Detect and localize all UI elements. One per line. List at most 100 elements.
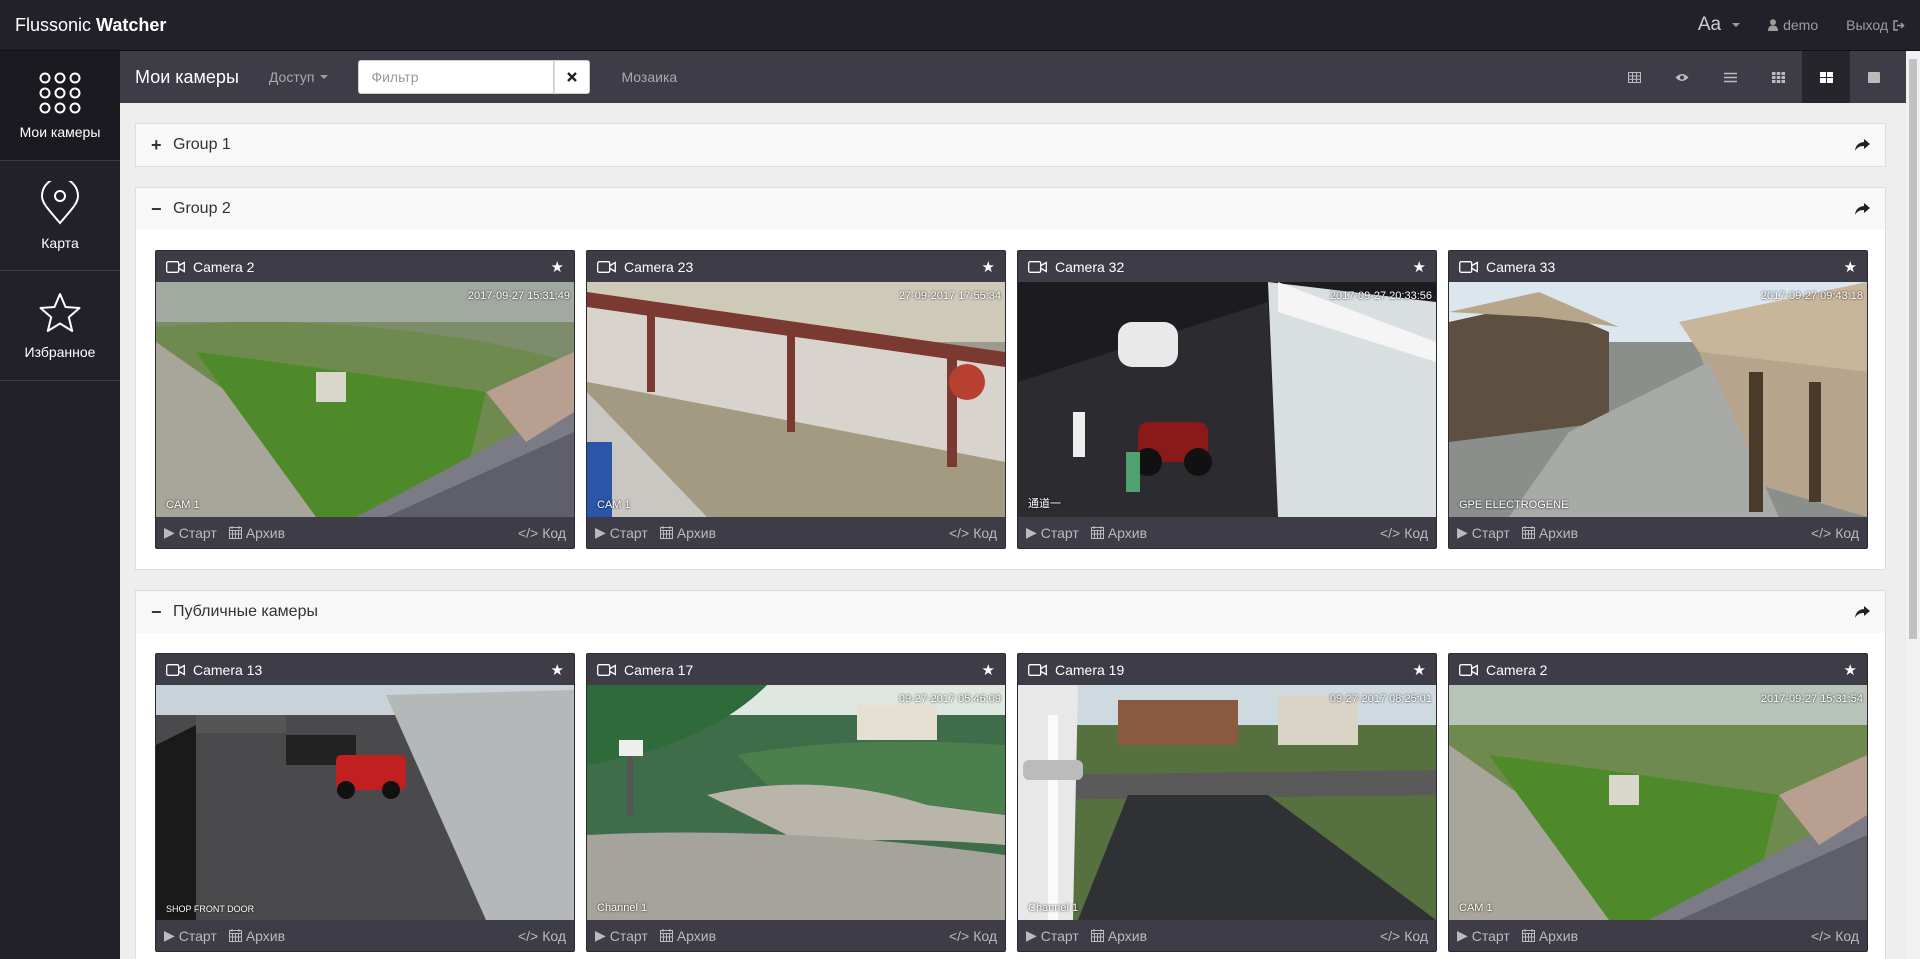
sidebar-item-map[interactable]: Карта — [0, 161, 120, 271]
code-label: Код — [1835, 927, 1859, 944]
group-header[interactable]: − Group 2 — [136, 188, 1885, 230]
sidebar-item-favorites[interactable]: Избранное — [0, 271, 120, 381]
favorite-star-icon[interactable]: ★ — [1844, 258, 1857, 276]
camera-header: Camera 17 ★ — [587, 654, 1005, 685]
view-grid-large-button[interactable] — [1802, 51, 1850, 103]
archive-button[interactable]: Архив — [1090, 525, 1147, 541]
camera-preview[interactable]: 09-27-2017 05:46:09 Channel 1 — [587, 685, 1005, 920]
code-label: Код — [1404, 927, 1428, 944]
view-table-button[interactable] — [1610, 51, 1658, 103]
camera-name[interactable]: Camera 2 — [1486, 662, 1547, 678]
camera-preview[interactable]: 09-27-2017 08:25:01 Channel 1 — [1018, 685, 1436, 920]
start-button[interactable]: ▶ Старт — [164, 524, 217, 541]
embed-code-button[interactable]: </> Код — [1811, 928, 1859, 944]
archive-button[interactable]: Архив — [659, 928, 716, 944]
start-button[interactable]: ▶ Старт — [595, 524, 648, 541]
start-button[interactable]: ▶ Старт — [1026, 927, 1079, 944]
start-label: Старт — [178, 927, 217, 944]
camera-header: Camera 32 ★ — [1018, 251, 1436, 282]
embed-code-button[interactable]: </> Код — [949, 525, 997, 541]
camera-name[interactable]: Camera 2 — [193, 259, 254, 275]
favorite-star-icon[interactable]: ★ — [1413, 661, 1426, 679]
user-name: demo — [1783, 17, 1819, 33]
favorite-star-icon[interactable]: ★ — [982, 258, 995, 276]
archive-button[interactable]: Архив — [659, 525, 716, 541]
clear-filter-button[interactable] — [554, 60, 591, 94]
page-scrollbar[interactable] — [1906, 51, 1920, 959]
camera-preview[interactable]: SHOP FRONT DOOR — [156, 685, 574, 920]
camera-preview[interactable]: 27-09-2017 17:55:34 CAM 1 — [587, 282, 1005, 517]
camera-preview[interactable]: 2017-09-27 15:31:49 CAM 1 — [156, 282, 574, 517]
grid-dots-icon — [39, 72, 81, 113]
view-single-button[interactable] — [1850, 51, 1898, 103]
code-icon: </> — [1379, 524, 1401, 541]
archive-button[interactable]: Архив — [1521, 928, 1578, 944]
start-button[interactable]: ▶ Старт — [1457, 524, 1510, 541]
favorite-star-icon[interactable]: ★ — [1413, 258, 1426, 276]
embed-code-button[interactable]: </> Код — [1811, 525, 1859, 541]
camera-card: Camera 32 ★ 2017-09-27 20:33:56 通道一 ▶ Ст… — [1017, 250, 1437, 549]
share-icon[interactable] — [1855, 139, 1870, 151]
code-label: Код — [1404, 524, 1428, 541]
archive-button[interactable]: Архив — [1521, 525, 1578, 541]
mosaic-link[interactable]: Мозаика — [621, 69, 677, 85]
camera-preview[interactable]: 2017-09-27 15:31:54 CAM 1 — [1449, 685, 1867, 920]
camera-name[interactable]: Camera 33 — [1486, 259, 1555, 275]
favorite-star-icon[interactable]: ★ — [551, 258, 564, 276]
start-label: Старт — [178, 524, 217, 541]
start-button[interactable]: ▶ Старт — [1026, 524, 1079, 541]
archive-button[interactable]: Архив — [1090, 928, 1147, 944]
font-size-dropdown[interactable]: Aa — [1698, 14, 1741, 36]
start-button[interactable]: ▶ Старт — [595, 927, 648, 944]
scrollbar-thumb[interactable] — [1909, 59, 1917, 639]
start-button[interactable]: ▶ Старт — [1457, 927, 1510, 944]
favorite-star-icon[interactable]: ★ — [1844, 661, 1857, 679]
embed-code-button[interactable]: </> Код — [949, 928, 997, 944]
camera-name[interactable]: Camera 13 — [193, 662, 262, 678]
group-header[interactable]: + Group 1 — [136, 124, 1885, 166]
camera-card: Camera 2 ★ 2017-09-27 15:31:54 CAM 1 ▶ С… — [1448, 653, 1868, 952]
camera-card: Camera 19 ★ 09-27-2017 08:25:01 Channel … — [1017, 653, 1437, 952]
logout-link[interactable]: Выход — [1846, 17, 1905, 33]
camera-preview[interactable]: 2017-09-27 09:43:18 GPE ELECTROGENE — [1449, 282, 1867, 517]
sidebar-item-my-cameras[interactable]: Мои камеры — [0, 51, 120, 161]
embed-code-button[interactable]: </> Код — [1380, 928, 1428, 944]
embed-code-button[interactable]: </> Код — [518, 525, 566, 541]
sidebar: Мои камеры Карта Избранное — [0, 51, 120, 959]
play-icon: ▶ — [164, 927, 175, 943]
camera-overlay-label: SHOP FRONT DOOR — [166, 904, 255, 914]
favorite-star-icon[interactable]: ★ — [551, 661, 564, 679]
collapse-icon: − — [151, 198, 162, 219]
code-label: Код — [542, 524, 566, 541]
embed-code-button[interactable]: </> Код — [518, 928, 566, 944]
camera-footer: ▶ Старт Архив </> Код — [1449, 517, 1867, 548]
table-icon — [1627, 71, 1641, 83]
video-camera-icon — [166, 260, 185, 273]
caret-down-icon — [1732, 23, 1741, 27]
view-list-button[interactable] — [1706, 51, 1754, 103]
camera-preview[interactable]: 2017-09-27 20:33:56 通道一 — [1018, 282, 1436, 517]
embed-code-button[interactable]: </> Код — [1380, 525, 1428, 541]
play-icon: ▶ — [1026, 524, 1037, 540]
camera-footer: ▶ Старт Архив </> Код — [1449, 920, 1867, 951]
start-label: Старт — [1040, 524, 1079, 541]
camera-card: Camera 23 ★ 27-09-2017 17:55:34 CAM 1 ▶ … — [586, 250, 1006, 549]
camera-name[interactable]: Camera 17 — [624, 662, 693, 678]
share-icon[interactable] — [1855, 606, 1870, 618]
archive-button[interactable]: Архив — [228, 928, 285, 944]
favorite-star-icon[interactable]: ★ — [982, 661, 995, 679]
camera-name[interactable]: Camera 23 — [624, 259, 693, 275]
camera-name[interactable]: Camera 32 — [1055, 259, 1124, 275]
view-eye-button[interactable] — [1658, 51, 1706, 103]
camera-name[interactable]: Camera 19 — [1055, 662, 1124, 678]
filter-input[interactable] — [358, 60, 555, 94]
group-header[interactable]: − Публичные камеры — [136, 591, 1885, 633]
brand-logo[interactable]: Flussonic Watcher — [0, 15, 166, 36]
view-grid-small-button[interactable] — [1754, 51, 1802, 103]
archive-button[interactable]: Архив — [228, 525, 285, 541]
share-icon[interactable] — [1855, 203, 1870, 215]
play-icon: ▶ — [1457, 927, 1468, 943]
user-menu[interactable]: demo — [1768, 17, 1818, 33]
access-dropdown[interactable]: Доступ — [269, 69, 329, 85]
start-button[interactable]: ▶ Старт — [164, 927, 217, 944]
